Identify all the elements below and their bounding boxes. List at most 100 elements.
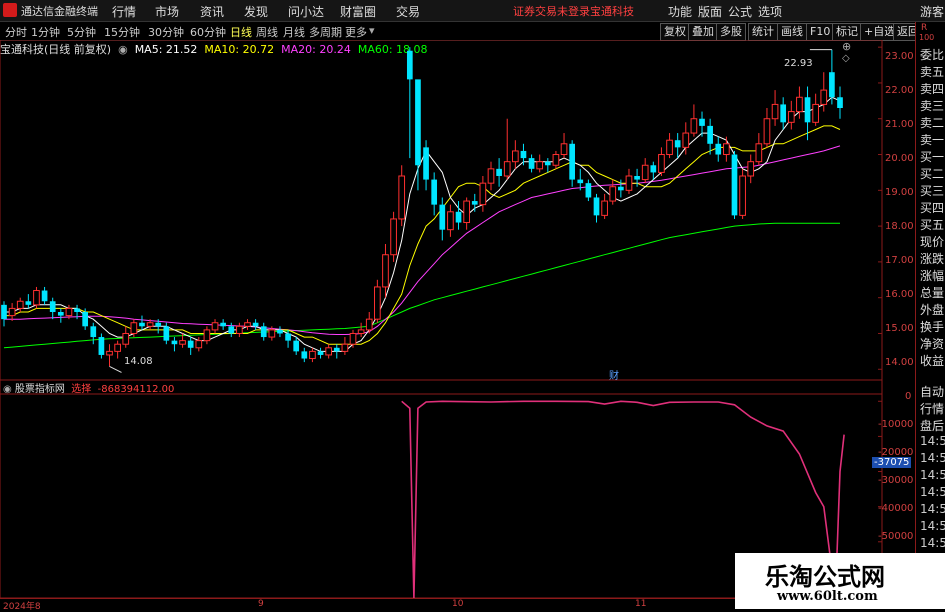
tab-weekly[interactable]: 周线 [256, 24, 278, 40]
tab-30min[interactable]: 30分钟 [148, 24, 184, 40]
candle-body [293, 340, 300, 352]
menu-item-discover[interactable]: 发现 [244, 3, 268, 20]
quote-field-label: 收益 [920, 354, 945, 368]
candle-body [357, 329, 365, 334]
tab-more[interactable]: 更多 [345, 24, 367, 40]
candle-body [650, 165, 657, 173]
tab-intraday[interactable]: 分时 [5, 24, 27, 40]
quote-field-label: 买二 [920, 167, 945, 181]
candle-body [560, 143, 568, 156]
more-chevron-icon[interactable]: ▾ [369, 24, 375, 37]
candle-body [601, 200, 608, 216]
y-tick: -40000 [878, 503, 914, 514]
candle-body [585, 183, 592, 198]
candle-body [74, 308, 80, 312]
tab-monthly[interactable]: 月线 [283, 24, 305, 40]
candle-body [155, 322, 162, 327]
low-marker-line [109, 365, 122, 373]
candle-body [690, 118, 698, 134]
tab-1min[interactable]: 1分钟 [31, 24, 60, 40]
candle-body [820, 89, 828, 105]
candle-body [333, 347, 340, 352]
y-tick: -10000 [878, 419, 914, 430]
trade-time: 14:5 [920, 536, 945, 550]
menu-item-functions[interactable]: 功能 [668, 3, 692, 20]
candle-body [496, 168, 502, 176]
candle-body [536, 161, 544, 170]
trade-time: 14:5 [920, 502, 945, 516]
tab-daily[interactable]: 日线 [230, 24, 252, 40]
candle-body [406, 50, 413, 80]
f10-button[interactable]: F10 [806, 23, 835, 41]
candle-body [471, 201, 478, 205]
candle-body [423, 147, 429, 180]
quote-field-label: 买五 [920, 218, 945, 232]
trade-time: 14:5 [920, 519, 945, 533]
candle-body [349, 332, 357, 345]
candle-body [146, 322, 154, 327]
x-tick: 2024年8 [3, 602, 41, 612]
candle-body [341, 343, 349, 352]
watermark-url: www.60lt.com [777, 589, 878, 604]
candle-body [431, 179, 438, 205]
side-tab[interactable]: 自动 [920, 383, 944, 400]
main-chart[interactable] [0, 40, 915, 380]
candle-body [837, 97, 843, 108]
candle-body [211, 322, 219, 331]
tab-multi-period[interactable]: 多周期 [309, 24, 342, 40]
tab-5min[interactable]: 5分钟 [67, 24, 96, 40]
statistics-button[interactable]: 统计 [748, 23, 778, 41]
tab-60min[interactable]: 60分钟 [190, 24, 226, 40]
menu-item-trade[interactable]: 交易 [396, 3, 420, 20]
x-tick: 11 [635, 599, 647, 609]
trade-time: 14:5 [920, 485, 945, 499]
menu-item-options[interactable]: 选项 [758, 3, 782, 20]
candle-body [317, 351, 324, 355]
login-notice[interactable]: 证券交易未登录 [513, 3, 590, 19]
candle-body [41, 290, 48, 302]
candle-body [520, 150, 527, 159]
quote-field-label: 涨幅 [920, 269, 945, 283]
candle-body [463, 200, 470, 224]
mark-button[interactable]: 标记 [832, 23, 862, 41]
guest-label[interactable]: 游客 [920, 3, 944, 20]
candle-body [390, 218, 397, 256]
menu-item-quotes[interactable]: 行情 [112, 3, 136, 20]
candle-body [447, 211, 454, 231]
trade-time: 14:5 [920, 468, 945, 482]
candle-body [301, 351, 308, 359]
candle-body [609, 186, 617, 202]
candle-body [707, 125, 713, 144]
high-price-label: 22.93 [784, 58, 813, 69]
candle-body [415, 79, 421, 166]
candle-body [163, 326, 170, 341]
quote-field-label: 卖四 [920, 82, 945, 96]
draw-line-button[interactable]: 画线 [777, 23, 807, 41]
y-tick: 0 [905, 391, 912, 402]
overlay-button[interactable]: 叠加 [688, 23, 718, 41]
candle-body [479, 182, 487, 206]
menu-item-xiaoda[interactable]: 问小达 [288, 3, 324, 20]
candle-body [203, 329, 211, 342]
menu-item-market[interactable]: 市场 [155, 3, 179, 20]
candle-body [285, 333, 291, 341]
side-tab[interactable]: 行情 [920, 400, 944, 417]
menu-item-formula[interactable]: 公式 [728, 3, 752, 20]
candle-body [796, 96, 803, 113]
adjust-button[interactable]: 复权 [660, 23, 690, 41]
menu-item-news[interactable]: 资讯 [200, 3, 224, 20]
menu-item-wealth-circle[interactable]: 财富圈 [340, 3, 376, 20]
multi-stock-button[interactable]: 多股 [716, 23, 746, 41]
menu-item-layout[interactable]: 版面 [698, 3, 722, 20]
candle-body [699, 118, 705, 126]
side-tab[interactable]: 盘后 [920, 417, 944, 434]
tab-15min[interactable]: 15分钟 [104, 24, 140, 40]
app-logo-icon [3, 3, 17, 17]
candle-body [625, 175, 633, 191]
x-tick: 9 [258, 599, 264, 609]
quote-field-label: 买三 [920, 184, 945, 198]
ma20-line [4, 145, 841, 335]
y-tick: 18.00 [885, 221, 914, 232]
candle-body [33, 290, 40, 306]
candle-body [666, 139, 673, 156]
